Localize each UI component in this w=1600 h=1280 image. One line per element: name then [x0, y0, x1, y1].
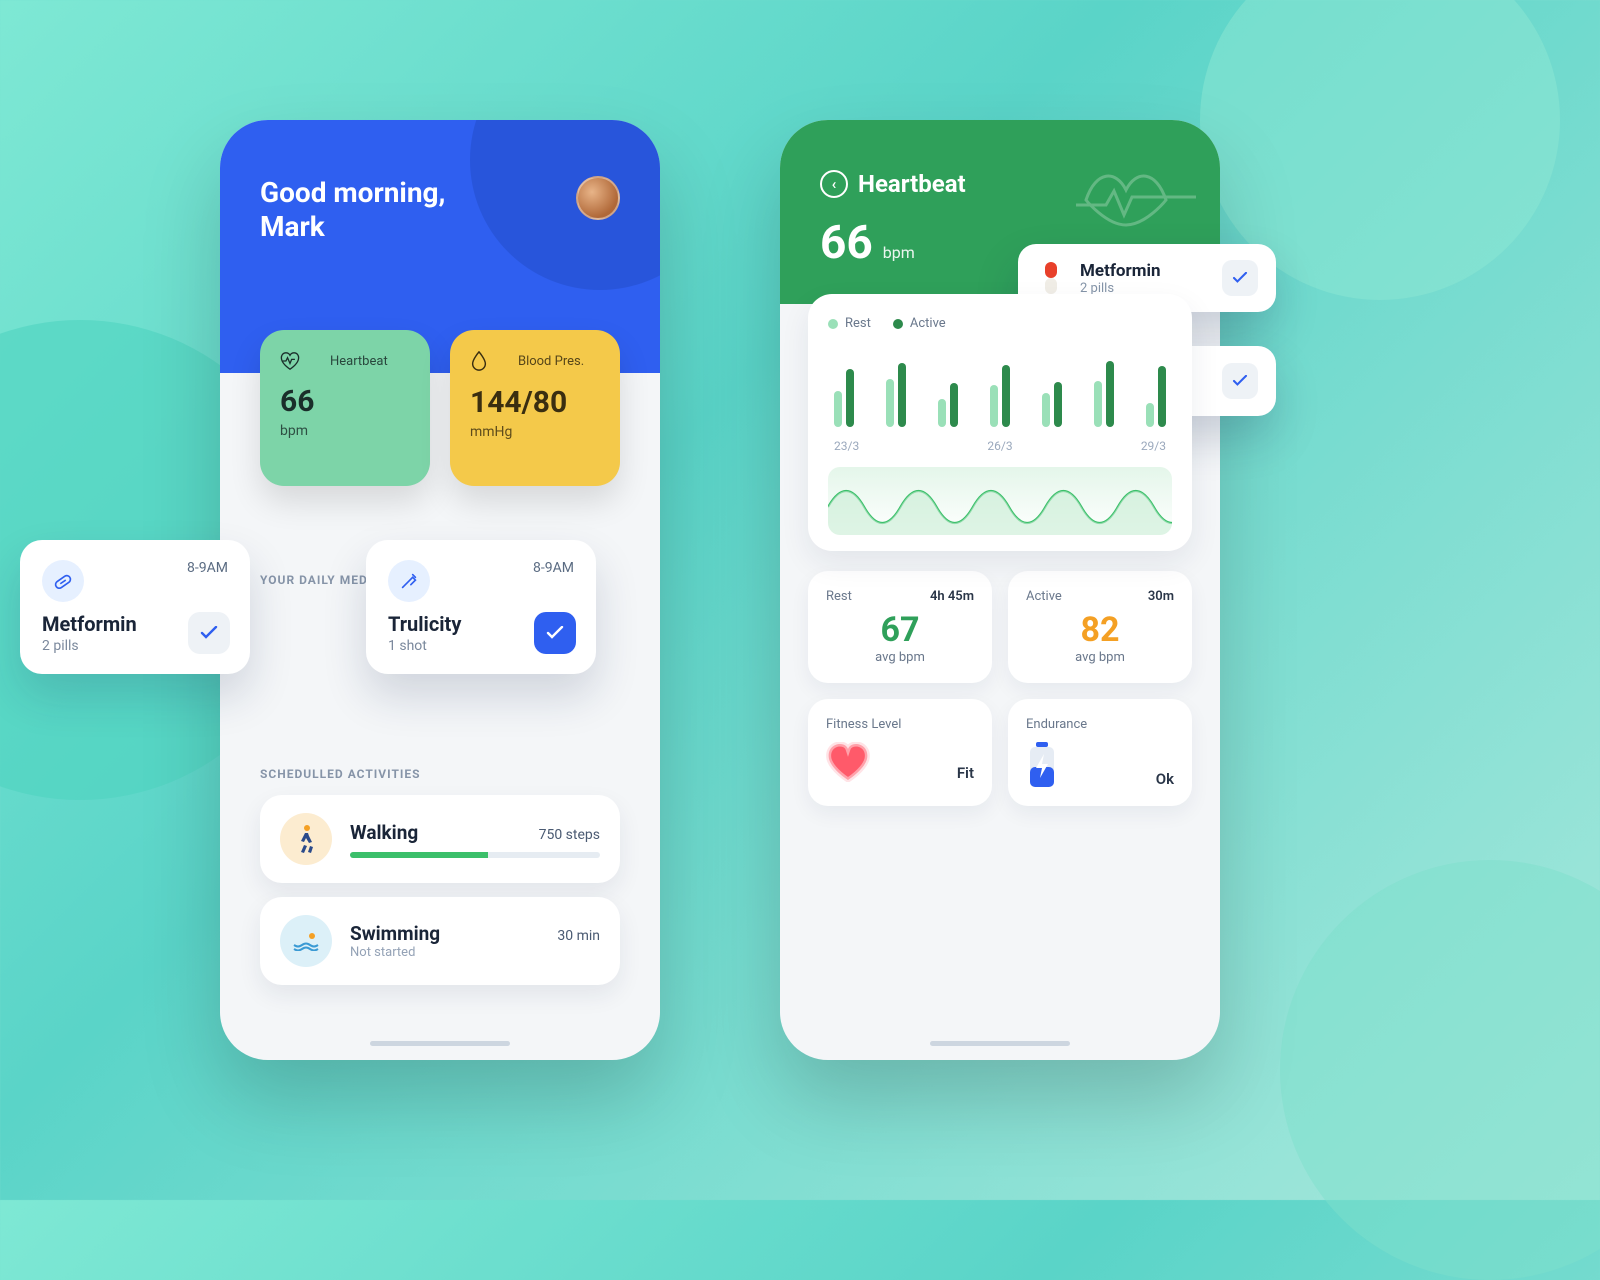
- endurance-result: Ok: [1156, 770, 1174, 788]
- active-unit: avg bpm: [1026, 650, 1174, 665]
- heart-icon: [826, 742, 870, 782]
- med-time: 8-9AM: [533, 560, 574, 576]
- check-icon: [1232, 375, 1248, 387]
- rest-duration: 4h 45m: [930, 589, 974, 604]
- chart-date: 26/3: [987, 439, 1012, 453]
- legend-rest: Rest: [828, 316, 871, 331]
- walking-metric: 750 steps: [539, 827, 600, 843]
- chart-date: 29/3: [1141, 439, 1166, 453]
- detail-value: 66: [820, 216, 873, 270]
- chart-dates: 23/3 26/3 29/3: [828, 427, 1172, 453]
- med-card-trulicity[interactable]: 8-9AM Trulicity 1 shot: [366, 540, 596, 674]
- back-button[interactable]: ‹ Heartbeat: [820, 170, 966, 198]
- endurance-label: Endurance: [1026, 717, 1174, 732]
- heartbeat-value: 66: [280, 384, 410, 419]
- fitness-label: Fitness Level: [826, 717, 974, 732]
- active-label: Active: [1026, 589, 1062, 604]
- home-indicator: [930, 1041, 1070, 1046]
- rest-label: Rest: [826, 589, 852, 604]
- walking-icon: [280, 813, 332, 865]
- med-check-button[interactable]: [188, 612, 230, 654]
- activity-swimming[interactable]: Swimming 30 min Not started: [260, 897, 620, 985]
- wave-chart[interactable]: [828, 467, 1172, 535]
- home-indicator: [370, 1041, 510, 1046]
- detail-unit: bpm: [883, 243, 915, 262]
- bp-label: Blood Pres.: [518, 354, 584, 369]
- swimming-icon: [280, 915, 332, 967]
- active-duration: 30m: [1148, 589, 1174, 604]
- fitness-card[interactable]: Fitness Level Fit: [808, 699, 992, 806]
- float-med-check[interactable]: [1222, 260, 1258, 296]
- battery-icon: [1026, 742, 1058, 788]
- syringe-icon: [388, 560, 430, 602]
- walking-progress: [350, 852, 600, 858]
- vitals-row: Heartbeat 66 bpm Blood Pres. 144/80 mmHg: [260, 330, 620, 486]
- chevron-left-icon: ‹: [820, 170, 848, 198]
- active-stat-card[interactable]: Active 30m 82 avg bpm: [1008, 571, 1192, 683]
- chart-legend: Rest Active: [828, 316, 1172, 331]
- check-icon: [1232, 272, 1248, 284]
- heartbeat-label: Heartbeat: [330, 354, 388, 369]
- endurance-card[interactable]: Endurance Ok: [1008, 699, 1192, 806]
- heartbeat-chart-card: Rest Active 23/3 26/3 29/3: [808, 294, 1192, 551]
- med-time: 8-9AM: [187, 560, 228, 576]
- detail-title: Heartbeat: [858, 170, 966, 198]
- activities-section-title: SCHEDULLED ACTIVITIES: [220, 767, 660, 781]
- avatar[interactable]: [576, 176, 620, 220]
- float-med-check[interactable]: [1222, 363, 1258, 399]
- bp-value: 144/80: [470, 385, 600, 420]
- rest-unit: avg bpm: [826, 650, 974, 665]
- heartbeat-unit: bpm: [280, 423, 410, 439]
- blood-pressure-card[interactable]: Blood Pres. 144/80 mmHg: [450, 330, 620, 486]
- check-icon: [200, 626, 218, 640]
- bp-unit: mmHg: [470, 424, 600, 440]
- swimming-name: Swimming: [350, 922, 440, 945]
- droplet-icon: [470, 351, 488, 371]
- med-card-metformin[interactable]: 8-9AM Metformin 2 pills: [20, 540, 250, 674]
- bar-chart[interactable]: [828, 347, 1172, 427]
- chart-date: 23/3: [834, 439, 859, 453]
- active-value: 82: [1026, 610, 1174, 650]
- check-icon: [546, 626, 564, 640]
- float-med-name: Metformin: [1080, 261, 1208, 281]
- walking-name: Walking: [350, 821, 418, 844]
- activity-walking[interactable]: Walking 750 steps: [260, 795, 620, 883]
- capsule-icon: [1036, 260, 1066, 296]
- legend-active: Active: [893, 316, 946, 331]
- pill-icon: [42, 560, 84, 602]
- med-check-button[interactable]: [534, 612, 576, 654]
- heartbeat-icon: [280, 352, 300, 370]
- fitness-result: Fit: [957, 764, 974, 782]
- swimming-status: Not started: [350, 945, 600, 960]
- heartbeat-decor-icon: [1076, 160, 1196, 230]
- med-floats: 8-9AM Metformin 2 pills 8-9AM Trulicity …: [100, 540, 596, 674]
- heartbeat-card[interactable]: Heartbeat 66 bpm: [260, 330, 430, 486]
- header-decor: [470, 120, 660, 290]
- rest-stat-card[interactable]: Rest 4h 45m 67 avg bpm: [808, 571, 992, 683]
- swimming-metric: 30 min: [557, 928, 600, 944]
- rest-value: 67: [826, 610, 974, 650]
